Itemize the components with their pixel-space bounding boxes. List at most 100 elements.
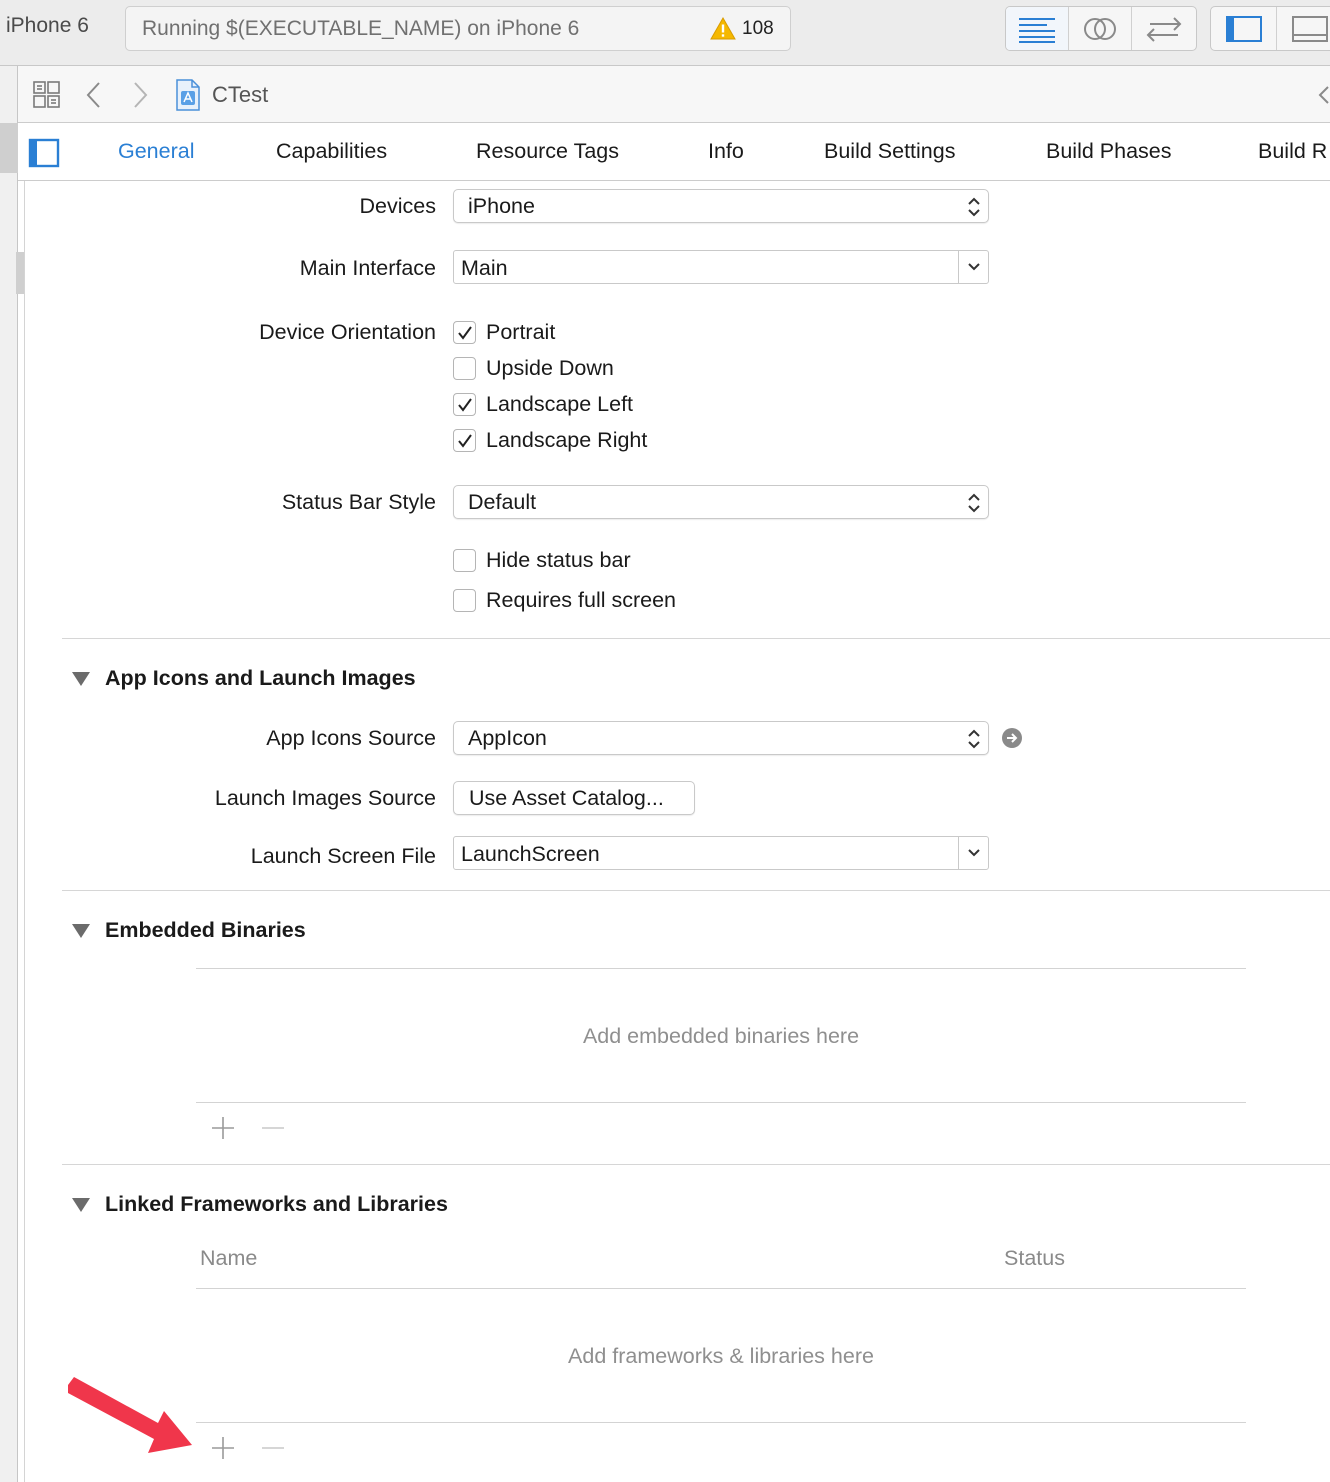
column-header-name[interactable]: Name <box>200 1246 257 1271</box>
orientation-upside-down-checkbox[interactable]: Upside Down <box>453 356 614 381</box>
app-icons-section-header[interactable]: App Icons and Launch Images <box>72 666 416 691</box>
chevron-down-icon <box>967 263 980 271</box>
checkbox-label: Landscape Right <box>486 428 648 452</box>
arrow-right-circle-icon <box>1002 728 1022 748</box>
section-separator <box>62 890 1330 891</box>
checkmark-icon <box>457 325 472 340</box>
disclosure-triangle-icon[interactable] <box>72 671 90 686</box>
scheme-device-selector[interactable]: iPhone 6 <box>6 14 89 38</box>
hide-status-bar-checkbox[interactable]: Hide status bar <box>453 548 631 573</box>
devices-label: Devices <box>359 194 436 218</box>
activity-status-text: Running $(EXECUTABLE_NAME) on iPhone 6 <box>142 17 580 40</box>
section-separator <box>62 638 1330 639</box>
forward-chevron-icon <box>134 81 148 108</box>
checkbox-label: Upside Down <box>486 356 614 380</box>
related-items-button[interactable] <box>32 66 62 123</box>
app-icons-source-popup[interactable]: AppIcon <box>453 721 989 755</box>
checkbox-label: Landscape Left <box>486 392 634 416</box>
disclosure-triangle-icon[interactable] <box>72 923 90 938</box>
embedded-binaries-section-header[interactable]: Embedded Binaries <box>72 918 306 943</box>
content-divider <box>24 180 25 1482</box>
activity-viewer: Running $(EXECUTABLE_NAME) on iPhone 6 1… <box>125 6 791 51</box>
chevron-left-icon <box>1318 85 1329 104</box>
orientation-landscape-left-checkbox[interactable]: Landscape Left <box>453 392 633 417</box>
related-items-icon <box>33 80 60 108</box>
plus-icon <box>212 1437 234 1459</box>
remove-embedded-binary-button[interactable] <box>261 1116 285 1145</box>
version-editor-button[interactable] <box>1132 7 1195 50</box>
add-embedded-binary-button[interactable] <box>211 1116 235 1145</box>
debug-area-toggle-button[interactable] <box>1277 7 1330 50</box>
status-bar-style-value: Default <box>468 490 537 514</box>
section-title: Linked Frameworks and Libraries <box>105 1192 448 1216</box>
tab-build-rules[interactable]: Build R <box>1258 139 1327 164</box>
standard-editor-button[interactable] <box>1006 7 1069 50</box>
checkbox-label: Requires full screen <box>486 588 677 612</box>
warning-triangle-icon <box>710 16 736 40</box>
tab-capabilities[interactable]: Capabilities <box>276 139 387 164</box>
section-separator <box>62 1164 1330 1165</box>
jump-bar: CTest <box>18 66 1330 123</box>
linked-frameworks-placeholder: Add frameworks & libraries here <box>568 1344 874 1368</box>
updown-chevron-icon <box>968 493 980 513</box>
device-orientation-label: Device Orientation <box>259 320 436 344</box>
launch-screen-dropdown[interactable] <box>958 837 988 869</box>
view-control <box>1210 6 1330 51</box>
requires-full-screen-checkbox[interactable]: Requires full screen <box>453 588 676 613</box>
navigator-toggle-button[interactable] <box>1211 7 1277 50</box>
go-to-asset-button[interactable] <box>1001 727 1023 754</box>
checkbox-label: Portrait <box>486 320 556 344</box>
table-bottom-border <box>196 1422 1246 1423</box>
checkbox[interactable] <box>453 357 476 380</box>
warning-count: 108 <box>742 18 774 39</box>
use-asset-catalog-button[interactable]: Use Asset Catalog... <box>453 781 695 815</box>
checkbox[interactable] <box>453 589 476 612</box>
tab-general[interactable]: General <box>118 139 195 164</box>
assistant-editor-button[interactable] <box>1069 7 1132 50</box>
app-icons-source-value: AppIcon <box>468 726 547 750</box>
checkbox[interactable] <box>453 393 476 416</box>
checkbox[interactable] <box>453 429 476 452</box>
button-label: Use Asset Catalog... <box>469 786 664 810</box>
app-icons-source-label: App Icons Source <box>266 726 436 750</box>
targets-list-toggle[interactable] <box>28 138 60 173</box>
project-name: CTest <box>212 81 269 107</box>
column-header-status[interactable]: Status <box>1004 1246 1065 1271</box>
devices-value: iPhone <box>468 194 535 218</box>
orientation-portrait-checkbox[interactable]: Portrait <box>453 320 555 345</box>
tab-info[interactable]: Info <box>708 139 744 164</box>
main-interface-value: Main <box>461 256 508 280</box>
debug-area-icon <box>1292 15 1328 42</box>
tab-resource-tags[interactable]: Resource Tags <box>476 139 619 164</box>
forward-button[interactable] <box>130 66 150 123</box>
project-breadcrumb[interactable]: CTest <box>175 66 268 123</box>
updown-chevron-icon <box>968 197 980 217</box>
back-button[interactable] <box>84 66 104 123</box>
orientation-landscape-right-checkbox[interactable]: Landscape Right <box>453 428 647 453</box>
launch-screen-file-label: Launch Screen File <box>250 844 436 868</box>
version-editor-icon <box>1146 16 1181 42</box>
main-interface-dropdown[interactable] <box>958 251 988 283</box>
checkbox[interactable] <box>453 321 476 344</box>
tab-build-settings[interactable]: Build Settings <box>824 139 955 164</box>
main-toolbar: iPhone 6 Running $(EXECUTABLE_NAME) on i… <box>0 0 1330 66</box>
tab-build-phases[interactable]: Build Phases <box>1046 139 1172 164</box>
devices-popup[interactable]: iPhone <box>453 189 989 223</box>
launch-screen-file-combo[interactable]: LaunchScreen <box>453 836 989 870</box>
add-framework-button[interactable] <box>211 1436 235 1465</box>
launch-screen-file-value: LaunchScreen <box>461 842 600 866</box>
minus-icon <box>262 1447 284 1449</box>
assistant-editor-icon <box>1084 17 1116 40</box>
project-file-icon <box>176 78 200 111</box>
chevron-down-icon <box>967 849 980 857</box>
status-bar-style-popup[interactable]: Default <box>453 485 989 519</box>
linked-frameworks-section-header[interactable]: Linked Frameworks and Libraries <box>72 1192 448 1217</box>
table-header-border <box>196 1288 1246 1289</box>
jumpbar-overflow-button[interactable] <box>1316 66 1330 123</box>
disclosure-triangle-icon[interactable] <box>72 1197 90 1212</box>
warning-indicator[interactable]: 108 <box>710 16 774 42</box>
main-interface-combo[interactable]: Main <box>453 250 989 284</box>
checkbox[interactable] <box>453 549 476 572</box>
annotation-arrow-icon <box>68 1377 192 1453</box>
remove-framework-button[interactable] <box>261 1436 285 1465</box>
